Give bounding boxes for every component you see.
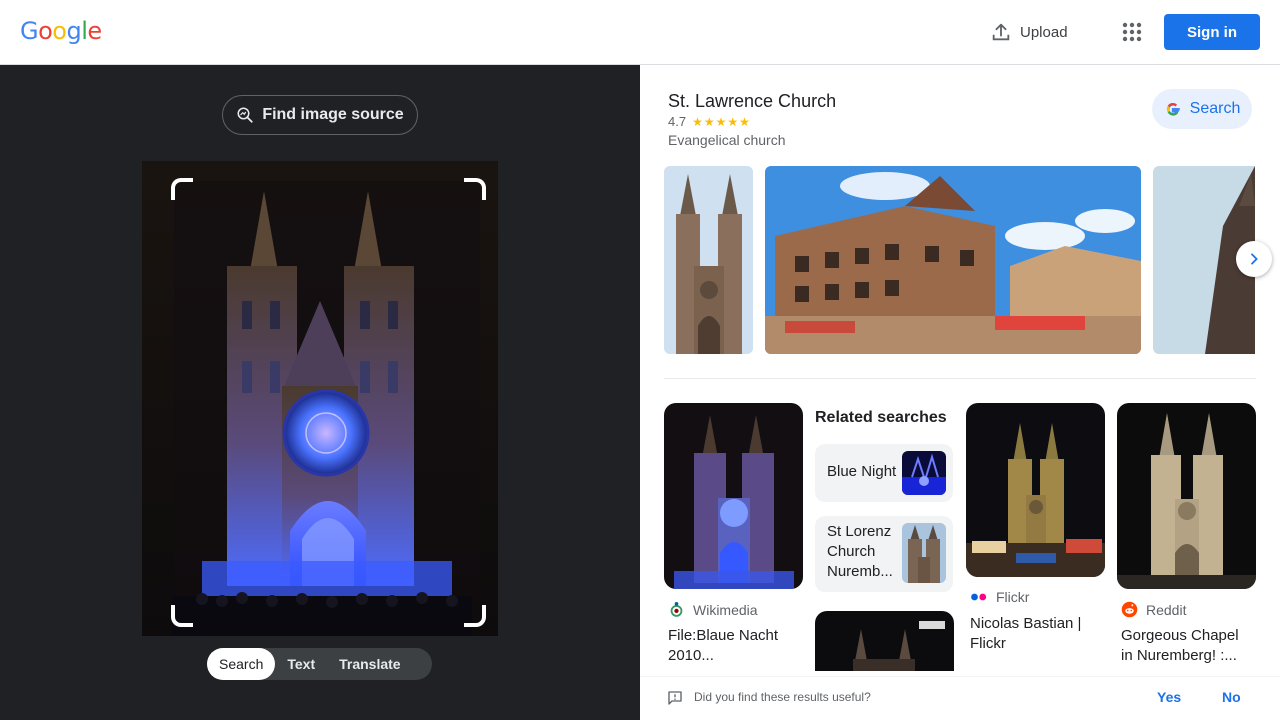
church-thumbnail [664, 166, 753, 354]
logo-letter: e [87, 17, 102, 45]
feedback-yes-button[interactable]: Yes [1157, 689, 1181, 705]
logo-letter: o [38, 17, 53, 45]
reddit-icon [1121, 601, 1138, 618]
crop-handle-top-right[interactable] [464, 178, 486, 200]
logo-letter: g [66, 17, 82, 45]
chapel-thumbnail [1117, 403, 1256, 589]
logo-letter: G [20, 17, 39, 45]
related-search-blue-night[interactable]: Blue Night [815, 444, 953, 502]
result-title-line: File:Blaue Nacht [668, 627, 779, 644]
google-search-button[interactable]: Search [1152, 89, 1252, 129]
tab-translate[interactable]: Translate [327, 648, 412, 680]
result-image-reddit[interactable] [1117, 403, 1256, 589]
result-title-reddit[interactable]: Gorgeous Chapel in Nuremberg! :... [1121, 626, 1239, 666]
result-title-wikimedia[interactable]: File:Blaue Nacht 2010... [668, 626, 778, 666]
result-title-line: Gorgeous Chapel [1121, 627, 1239, 644]
result-title-line: in Nuremberg! :... [1121, 647, 1237, 664]
source-name: Wikimedia [693, 601, 758, 618]
sign-in-button[interactable]: Sign in [1164, 14, 1260, 50]
find-image-source-button[interactable]: Find image source [222, 95, 418, 135]
st-lorenz-thumbnail [902, 523, 946, 583]
result-image-partial[interactable] [815, 611, 954, 671]
feedback-question: Did you find these results useful? [694, 690, 871, 704]
gallery-image-1[interactable] [664, 166, 753, 354]
tab-search[interactable]: Search [207, 648, 276, 680]
tab-text[interactable]: Text [275, 648, 327, 680]
result-image-flickr[interactable] [966, 403, 1105, 577]
uploaded-photo[interactable] [142, 161, 498, 636]
top-bar: Google Upload Sign in [0, 0, 1280, 65]
church-photo-illustration [142, 161, 498, 636]
logo-letter: o [52, 17, 67, 45]
google-logo[interactable]: Google [20, 17, 102, 45]
related-search-label: Blue Night [827, 463, 897, 480]
chevron-right-icon [1251, 253, 1258, 265]
market-square-thumbnail [765, 166, 1141, 354]
search-label: Search [1189, 100, 1241, 117]
night-church-thumbnail [815, 611, 954, 671]
place-type: Evangelical church [668, 132, 786, 148]
result-title-line: Nicolas Bastian | [970, 615, 1082, 632]
find-source-label: Find image source [262, 106, 404, 123]
flickr-icon [971, 593, 987, 601]
related-label-line: Church [827, 543, 876, 560]
related-search-image [902, 451, 946, 495]
wikimedia-icon [670, 601, 683, 617]
result-source-reddit[interactable]: Reddit [1121, 601, 1186, 618]
gallery-image-2[interactable] [765, 166, 1141, 354]
related-label-line: St Lorenz [827, 523, 892, 540]
section-divider [664, 378, 1256, 379]
result-source-wikimedia[interactable]: Wikimedia [668, 601, 758, 618]
source-name: Flickr [996, 589, 1030, 605]
feedback-no-button[interactable]: No [1222, 689, 1241, 705]
result-source-flickr[interactable]: Flickr [970, 589, 1029, 605]
crop-handle-bottom-left[interactable] [171, 605, 193, 627]
image-search-icon [237, 107, 253, 123]
crop-handle-bottom-right[interactable] [464, 605, 486, 627]
blue-night-thumbnail [902, 451, 946, 495]
blue-church-thumbnail [664, 403, 803, 589]
source-name: Reddit [1146, 601, 1187, 618]
gallery-next-button[interactable] [1236, 241, 1272, 277]
crop-handle-top-left[interactable] [171, 178, 193, 200]
upload-label: Upload [1020, 23, 1068, 41]
feedback-icon [668, 691, 682, 705]
rating-value: 4.7 [668, 114, 687, 129]
upload-button[interactable]: Upload [990, 18, 1068, 46]
rating-stars-icon: ★★★★★ [692, 114, 751, 129]
result-image-wikimedia[interactable] [664, 403, 803, 589]
related-search-image [902, 523, 946, 583]
market-church-thumbnail [966, 403, 1105, 577]
feedback-bar: Did you find these results useful? Yes N… [640, 676, 1280, 720]
related-label-line: Nuremb... [827, 563, 893, 580]
apps-grid-icon[interactable] [1120, 20, 1144, 44]
google-g-icon [1166, 103, 1180, 116]
lens-mode-tabs: Search Text Translate [207, 648, 432, 680]
related-searches-heading: Related searches [815, 409, 947, 426]
result-title-line: 2010... [668, 647, 714, 664]
results-pane: St. Lawrence Church 4.7 ★★★★★ Evangelica… [640, 65, 1280, 720]
lens-image-pane: Find image source Search Text Translate [0, 65, 640, 720]
result-title-line: Flickr [970, 635, 1006, 652]
result-title-flickr[interactable]: Nicolas Bastian | Flickr [970, 614, 1081, 654]
upload-icon [992, 23, 1010, 41]
place-rating: 4.7 ★★★★★ [668, 114, 751, 129]
related-search-st-lorenz[interactable]: St Lorenz Church Nuremb... [815, 516, 953, 592]
related-search-label: St Lorenz Church Nuremb... [827, 522, 893, 582]
place-title[interactable]: St. Lawrence Church [668, 91, 836, 112]
